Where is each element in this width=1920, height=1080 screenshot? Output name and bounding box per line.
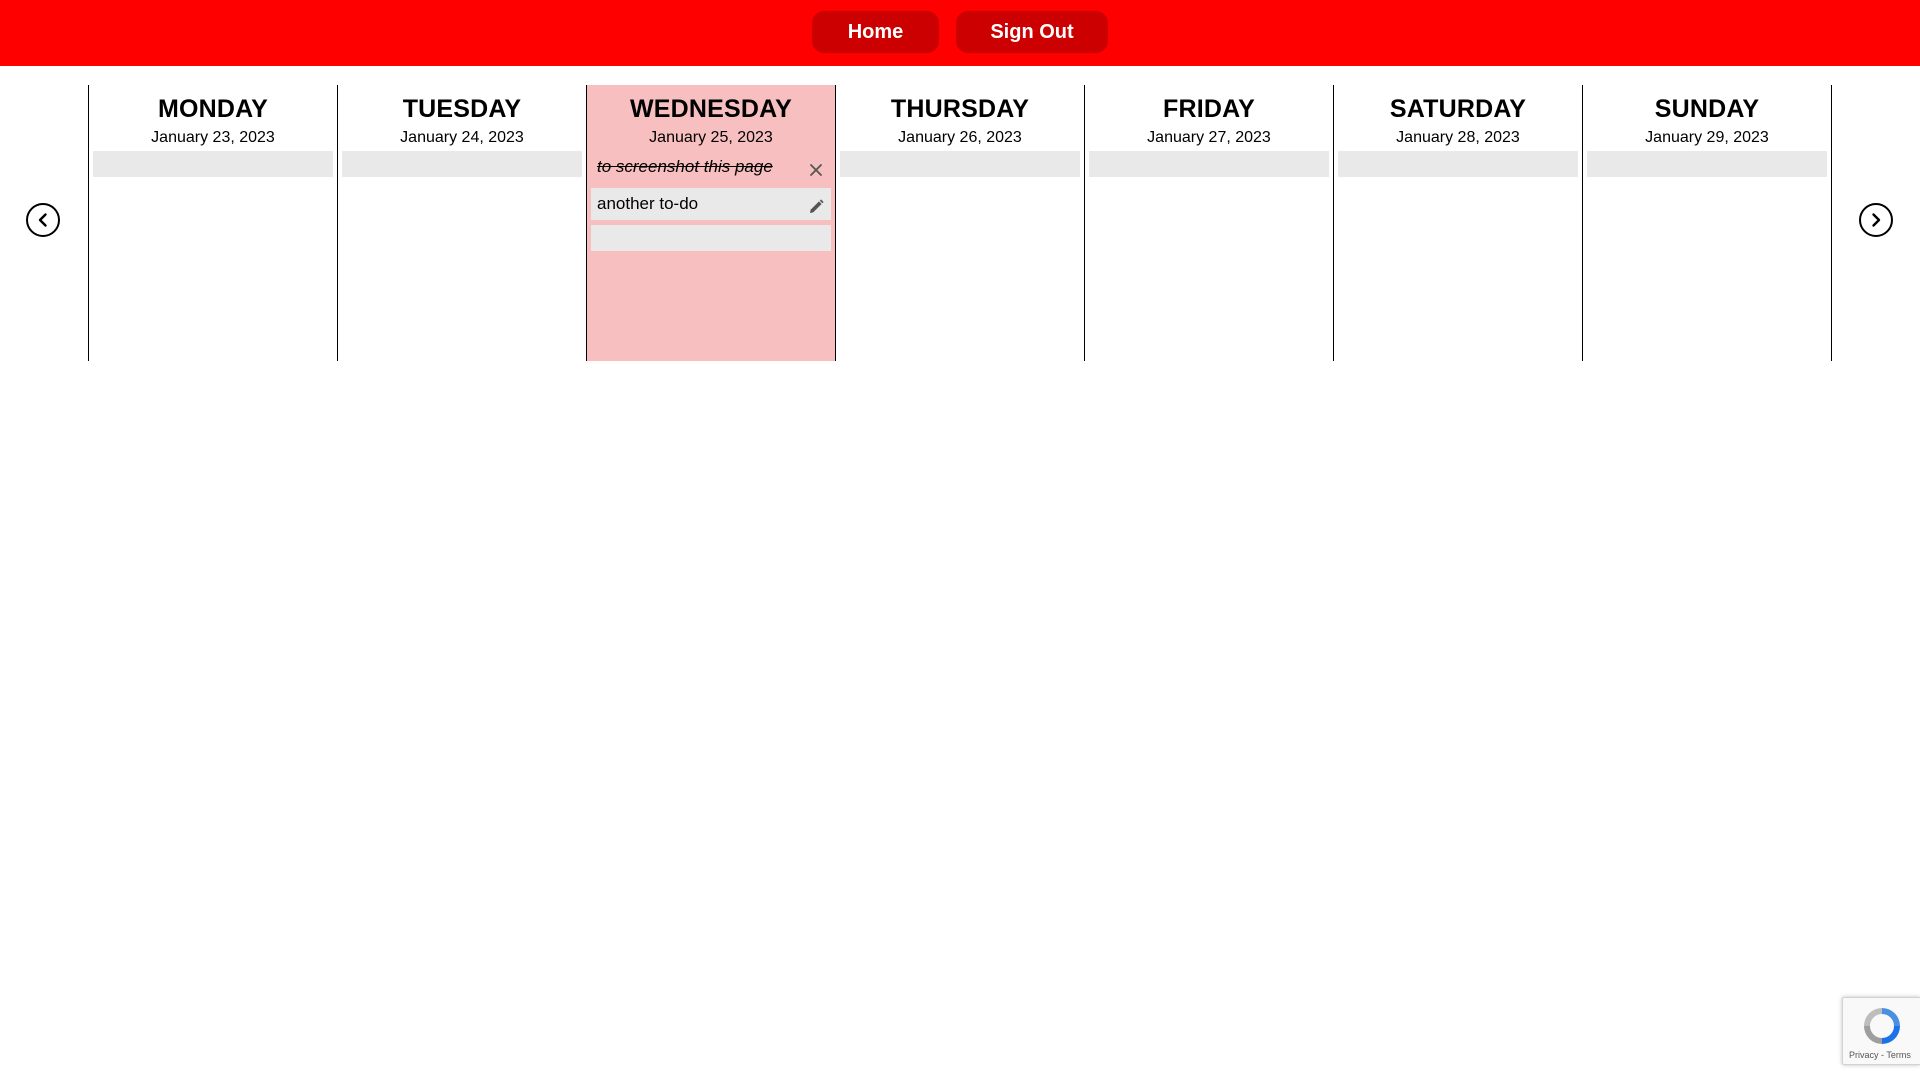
day-name: WEDNESDAY [629,95,793,123]
day-date: January 28, 2023 [1396,129,1520,146]
day-date: January 25, 2023 [649,129,773,146]
add-todo-slot[interactable] [1338,151,1578,177]
home-button[interactable]: Home [812,11,939,53]
todo-list: to screenshot this page another to-do [587,151,835,251]
add-todo-slot[interactable] [1587,151,1827,177]
sign-out-button[interactable]: Sign Out [956,11,1108,53]
previous-week-button[interactable] [26,203,60,237]
chevron-right-icon [1872,213,1881,227]
day-column-friday: FRIDAY January 27, 2023 [1085,85,1334,361]
todo-list [1334,151,1582,177]
pencil-icon[interactable] [807,195,825,213]
day-date: January 23, 2023 [151,129,275,146]
day-column-sunday: SUNDAY January 29, 2023 [1583,85,1832,361]
todo-list [1085,151,1333,177]
todo-text: another to-do [597,194,699,213]
day-date: January 29, 2023 [1645,129,1769,146]
day-name: SUNDAY [1654,95,1760,123]
add-todo-slot[interactable] [840,151,1080,177]
day-date: January 27, 2023 [1147,129,1271,146]
day-name: THURSDAY [890,95,1030,123]
todo-list [836,151,1084,177]
next-week-button[interactable] [1859,203,1893,237]
week-calendar: MONDAY January 23, 2023 TUESDAY January 24,… [88,85,1834,361]
recaptcha-icon [1864,1008,1900,1044]
close-icon[interactable] [807,158,825,176]
add-todo-slot[interactable] [591,225,831,251]
day-name: FRIDAY [1163,95,1255,123]
todo-item[interactable]: to screenshot this page [591,151,831,183]
day-name: TUESDAY [402,95,522,123]
todo-item[interactable]: another to-do [591,188,831,220]
recaptcha-badge[interactable]: Privacy - Terms [1842,997,1920,1065]
day-name: MONDAY [157,95,268,123]
add-todo-slot[interactable] [1089,151,1329,177]
todo-list [89,151,337,177]
day-date: January 26, 2023 [898,129,1022,146]
day-date: January 24, 2023 [400,129,524,146]
todo-list [1583,151,1831,177]
day-column-saturday: SATURDAY January 28, 2023 [1334,85,1583,361]
recaptcha-footer-text[interactable]: Privacy - Terms [1849,1050,1911,1060]
day-column-monday: MONDAY January 23, 2023 [89,85,338,361]
day-column-wednesday: WEDNESDAY January 25, 2023 to screenshot t… [587,85,836,361]
todo-text: to screenshot this page [597,157,773,176]
day-column-thursday: THURSDAY January 26, 2023 [836,85,1085,361]
day-column-tuesday: TUESDAY January 24, 2023 [338,85,587,361]
add-todo-slot[interactable] [342,151,582,177]
chevron-left-icon [38,213,47,227]
add-todo-slot[interactable] [93,151,333,177]
top-nav-bar: Home Sign Out [0,0,1920,66]
todo-list [338,151,586,177]
day-name: SATURDAY [1389,95,1527,123]
